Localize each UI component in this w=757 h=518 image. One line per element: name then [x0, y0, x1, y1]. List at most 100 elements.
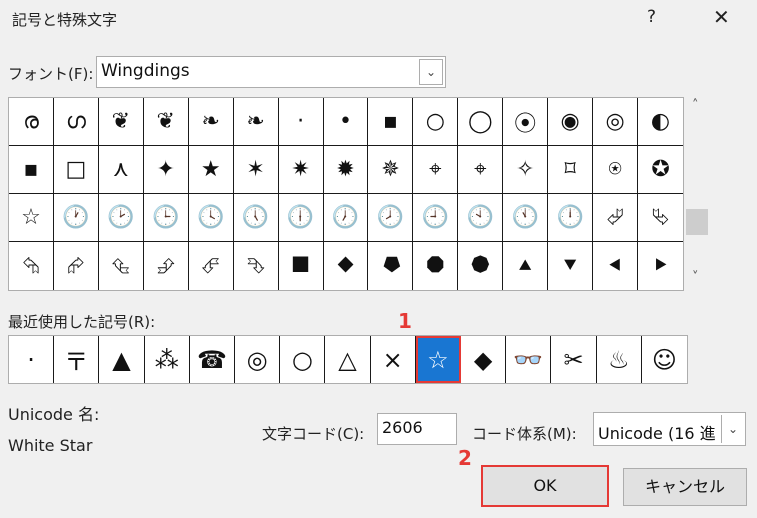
recent-symbol-cell[interactable]: △ — [325, 336, 371, 383]
symbol-cell[interactable]: ⋏ — [98, 146, 144, 194]
symbol-cell[interactable]: ✹ — [323, 146, 369, 194]
recent-symbol-cell[interactable]: ○ — [280, 336, 326, 383]
code-system-label: コード体系(M): — [472, 425, 577, 443]
symbol-cell[interactable]: • — [323, 98, 369, 146]
unicode-name-label: Unicode 名: — [8, 405, 100, 424]
symbol-cell[interactable]: ◎ — [593, 98, 639, 146]
symbol-cell[interactable]: ⮰ — [593, 194, 639, 242]
symbol-cell[interactable]: ⯆ — [548, 242, 594, 290]
symbol-cell[interactable]: ⯈ — [638, 242, 683, 290]
font-label: フォント(F): — [8, 65, 94, 83]
scroll-thumb[interactable] — [686, 209, 708, 235]
recent-symbol-cell[interactable]: ☎ — [190, 336, 235, 383]
symbol-cell[interactable]: ⯇ — [593, 242, 639, 290]
recent-symbol-cell[interactable]: 👓 — [506, 336, 552, 383]
symbol-cell[interactable]: ⮱ — [638, 194, 683, 242]
symbol-cell[interactable]: 🕖 — [323, 194, 369, 242]
code-system-value: Unicode (16 進 — [598, 424, 716, 443]
symbol-cell[interactable]: ⮷ — [234, 242, 279, 290]
symbol-grid[interactable]: ര ഗ ❦ ❦ ❧ ❧ · • ▪ ○ ◯ ⦿ ◉ ◎ ◐ ▪ □ ⋏ ✦ ★ ✶ ✷ ✹ ✵ ⌖ ⌖ ✧ ⌑ ⍟ ✪ ☆ 🕐 🕑 🕒 🕓 🕔 🕕 🕖 🕗 🕘… — [8, 97, 684, 291]
symbol-cell[interactable]: 🕓 — [188, 194, 234, 242]
recent-symbols-row[interactable]: · 〒 ▲ ⁂ ☎ ◎ ○ △ × ☆ ◆ 👓 ✂ ♨ ☺ — [8, 335, 688, 384]
symbol-cell[interactable]: ✪ — [638, 146, 683, 194]
symbol-cell[interactable]: ⌖ — [413, 146, 459, 194]
symbol-cell[interactable]: ⮴ — [99, 242, 144, 290]
symbol-cell[interactable]: 🕔 — [233, 194, 279, 242]
chevron-down-icon[interactable]: ⌄ — [419, 59, 443, 85]
font-select-value: Wingdings — [101, 61, 190, 81]
scroll-up-icon[interactable]: ˄ — [692, 98, 699, 113]
symbol-cell[interactable]: 🕙 — [458, 194, 504, 242]
symbol-cell[interactable]: ✦ — [143, 146, 189, 194]
symbol-cell[interactable]: ⯂ — [368, 242, 414, 290]
symbol-cell[interactable]: ◉ — [548, 98, 594, 146]
symbol-cell[interactable]: 🕒 — [143, 194, 189, 242]
symbol-cell[interactable]: ⦿ — [503, 98, 549, 146]
symbol-cell[interactable]: ❧ — [233, 98, 279, 146]
symbol-cell[interactable]: ⌑ — [548, 146, 594, 194]
annotation-step-2: 2 — [458, 446, 472, 470]
recent-symbol-cell[interactable]: ▲ — [99, 336, 145, 383]
symbol-cell[interactable]: ⮶ — [189, 242, 234, 290]
chevron-down-icon[interactable]: ⌄ — [721, 415, 744, 443]
code-system-select[interactable]: Unicode (16 進 ⌄ — [593, 412, 746, 446]
symbol-cell[interactable]: ⯅ — [503, 242, 549, 290]
unicode-name-value: White Star — [8, 436, 93, 455]
symbol-cell[interactable]: ⮵ — [144, 242, 189, 290]
symbol-cell[interactable]: ⮳ — [54, 242, 99, 290]
symbol-cell[interactable]: ⍟ — [593, 146, 639, 194]
annotation-step-1: 1 — [398, 309, 412, 333]
symbol-cell[interactable]: ◐ — [638, 98, 683, 146]
symbol-cell[interactable]: ⯃ — [413, 242, 459, 290]
symbol-cell[interactable]: ☆ — [9, 194, 54, 242]
close-button[interactable]: ✕ — [713, 5, 730, 29]
symbol-cell[interactable]: ◯ — [458, 98, 504, 146]
symbol-cell[interactable]: ❧ — [188, 98, 234, 146]
symbol-cell[interactable]: 🕘 — [413, 194, 459, 242]
symbol-cell[interactable]: ○ — [413, 98, 459, 146]
recent-symbol-cell[interactable]: 〒 — [54, 336, 100, 383]
symbol-cell[interactable]: ❦ — [143, 98, 189, 146]
symbol-cell[interactable]: ⌖ — [458, 146, 504, 194]
dialog-title: 記号と特殊文字 — [12, 11, 118, 29]
symbol-cell[interactable]: ✶ — [233, 146, 279, 194]
ok-button[interactable]: OK — [481, 465, 609, 507]
symbol-cell[interactable]: ⯀ — [279, 242, 324, 290]
recent-symbol-cell[interactable]: ◆ — [461, 336, 507, 383]
symbol-cell[interactable]: · — [278, 98, 324, 146]
symbol-cell[interactable]: ▪ — [368, 98, 414, 146]
symbol-cell[interactable]: ✧ — [503, 146, 549, 194]
recent-symbol-cell[interactable]: · — [9, 336, 55, 383]
symbol-cell[interactable]: 🕗 — [368, 194, 414, 242]
symbol-cell[interactable]: 🕑 — [98, 194, 144, 242]
symbol-cell[interactable]: ✷ — [278, 146, 324, 194]
recent-symbol-selected[interactable]: ☆ — [415, 336, 461, 383]
recent-symbol-cell[interactable]: ⁂ — [145, 336, 190, 383]
char-code-label: 文字コード(C): — [262, 425, 365, 443]
char-code-input[interactable]: 2606 — [377, 413, 457, 445]
help-button[interactable]: ? — [647, 7, 656, 27]
recent-symbol-cell[interactable]: ☺ — [642, 336, 687, 383]
font-select[interactable]: Wingdings ⌄ — [96, 56, 446, 88]
cancel-button[interactable]: キャンセル — [623, 468, 747, 506]
symbol-cell[interactable]: ഗ — [53, 98, 99, 146]
symbol-cell[interactable]: ▪ — [9, 146, 54, 194]
symbol-cell[interactable]: 🕚 — [503, 194, 549, 242]
recent-symbol-cell[interactable]: ♨ — [597, 336, 642, 383]
symbol-cell[interactable]: ❦ — [98, 98, 144, 146]
recent-symbol-cell[interactable]: ◎ — [235, 336, 281, 383]
symbol-cell[interactable]: ര — [9, 98, 54, 146]
symbol-cell[interactable]: ⮲ — [9, 242, 54, 290]
symbol-cell[interactable]: ⯄ — [458, 242, 504, 290]
recent-symbol-cell[interactable]: ✂ — [551, 336, 597, 383]
symbol-cell[interactable]: ⯁ — [324, 242, 369, 290]
scroll-down-icon[interactable]: ˅ — [692, 270, 699, 285]
symbol-cell[interactable]: □ — [53, 146, 99, 194]
symbol-cell[interactable]: 🕛 — [548, 194, 594, 242]
symbol-cell[interactable]: 🕕 — [278, 194, 324, 242]
symbol-cell[interactable]: ★ — [188, 146, 234, 194]
symbol-cell[interactable]: 🕐 — [53, 194, 99, 242]
symbol-grid-scrollbar[interactable] — [686, 97, 708, 291]
recent-symbol-cell[interactable]: × — [371, 336, 416, 383]
symbol-cell[interactable]: ✵ — [368, 146, 414, 194]
